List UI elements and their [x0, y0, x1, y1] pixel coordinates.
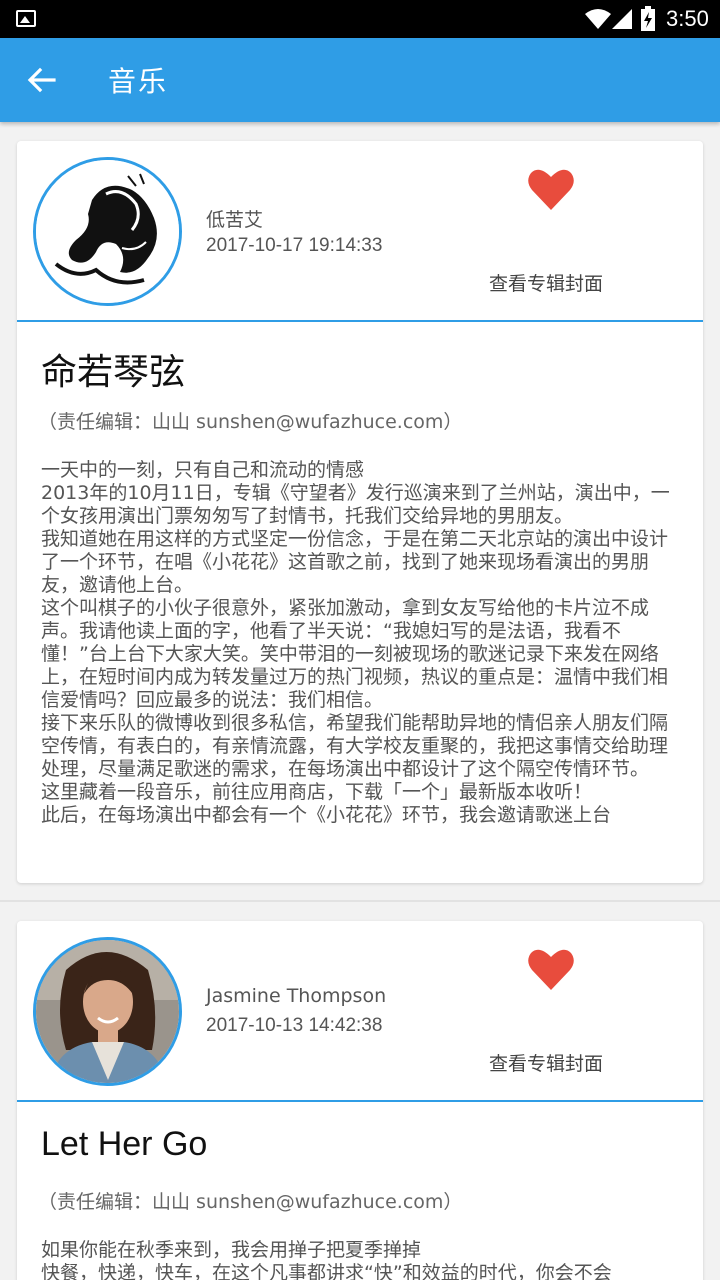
paragraph: 如果你能在秋季来到，我会用掸子把夏季掸掉 [41, 1239, 422, 1261]
article-body: 一天中的一刻，只有自己和流动的情感 2013年的10月11日，专辑《守望者》发行… [41, 459, 686, 827]
arrow-left-icon[interactable] [26, 66, 56, 94]
paragraph: 接下来乐队的微博收到很多私信，希望我们能帮助异地的情侣亲人朋友们隔空传情，有表白… [41, 712, 669, 780]
editor-credit: （责任编辑：山山 sunshen@wufazhuce.com） [38, 411, 463, 433]
list-divider [0, 900, 720, 902]
heart-icon[interactable] [527, 947, 575, 991]
divider [17, 1100, 703, 1102]
image-icon [16, 10, 36, 27]
heart-icon[interactable] [527, 167, 575, 211]
paragraph: 一天中的一刻，只有自己和流动的情感 [41, 459, 365, 481]
paragraph: 这个叫棋子的小伙子很意外，紧张加激动，拿到女友写给他的卡片泣不成声。我请他读上面… [41, 597, 669, 711]
publish-date: 2017-10-13 14:42:38 [206, 1015, 383, 1036]
status-time: 3:50 [666, 6, 709, 31]
paragraph: 2013年的10月11日，专辑《守望者》发行巡演来到了兰州站，演出中，一个女孩用… [41, 482, 670, 527]
page-title: 音乐 [108, 65, 169, 98]
avatar [33, 157, 182, 306]
publish-date: 2017-10-17 19:14:33 [206, 235, 383, 256]
avatar [33, 937, 182, 1086]
editor-credit: （责任编辑：山山 sunshen@wufazhuce.com） [38, 1191, 463, 1213]
author-name: 低苦艾 [206, 209, 264, 231]
status-bar: 3:50 [0, 0, 720, 38]
paragraph: 此后，在每场演出中都会有一个《小花花》环节，我会邀请歌迷上台 [41, 804, 612, 826]
article-title: Let Her Go [41, 1125, 208, 1163]
divider [17, 320, 703, 322]
paragraph: 这里藏着一段音乐，前往应用商店，下载「一个」最新版本收听！ [41, 781, 593, 803]
music-card[interactable]: 低苦艾 2017-10-17 19:14:33 查看专辑封面 命若琴弦 （责任编… [17, 141, 703, 883]
artist-photo [36, 940, 179, 1083]
battery-icon [641, 6, 655, 31]
wifi-icon [585, 9, 611, 29]
view-album-cover-link[interactable]: 查看专辑封面 [489, 269, 603, 296]
article-body: 如果你能在秋季来到，我会用掸子把夏季掸掉 快餐，快递，快车，在这个凡事都讲求“快… [41, 1239, 686, 1280]
app-bar: 音乐 [0, 38, 720, 122]
band-logo-image [36, 160, 179, 303]
article-title: 命若琴弦 [41, 352, 186, 393]
signal-icon [612, 9, 632, 29]
paragraph: 快餐，快递，快车，在这个凡事都讲求“快”和效益的时代，你会不会 [41, 1262, 612, 1280]
music-card[interactable]: Jasmine Thompson 2017-10-13 14:42:38 查看专… [17, 921, 703, 1280]
paragraph: 我知道她在用这样的方式坚定一份信念，于是在第二天北京站的演出中设计了一个环节，在… [41, 528, 669, 596]
view-album-cover-link[interactable]: 查看专辑封面 [489, 1049, 603, 1076]
author-name: Jasmine Thompson [206, 985, 387, 1007]
